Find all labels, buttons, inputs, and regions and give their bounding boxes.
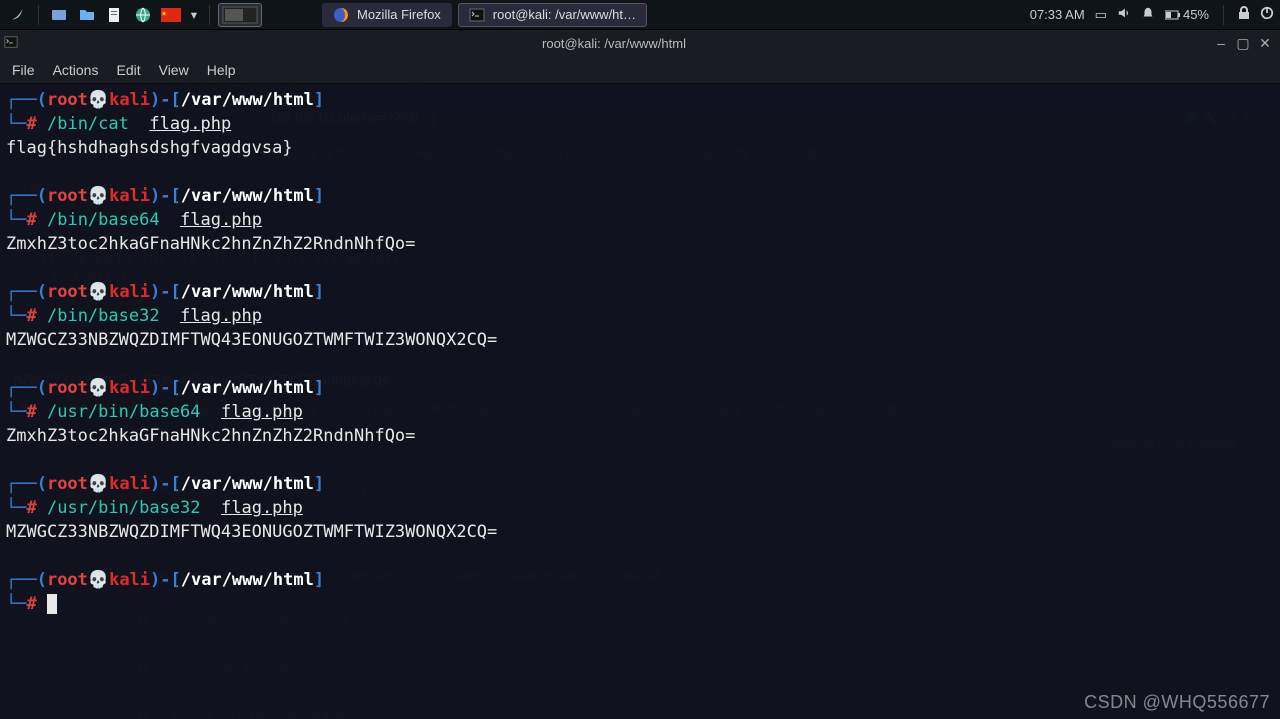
menu-help[interactable]: Help (207, 62, 236, 78)
power-icon[interactable] (1260, 6, 1274, 23)
taskbar-right: 07:33 AM ▭ 45% (1030, 5, 1274, 25)
taskbar-apps: Mozilla Firefox root@kali: /var/www/ht… (322, 3, 647, 27)
close-button[interactable]: ✕ (1258, 36, 1272, 50)
taskbar-app-terminal[interactable]: root@kali: /var/www/ht… (458, 3, 647, 27)
terminal-titlebar[interactable]: root@kali: /var/www/html – ▢ ✕ (0, 30, 1280, 56)
files-icon[interactable] (75, 3, 99, 27)
battery-percent: 45% (1183, 7, 1209, 22)
lock-icon[interactable] (1238, 6, 1250, 23)
menu-actions[interactable]: Actions (53, 62, 99, 78)
show-desktop-icon[interactable] (47, 3, 71, 27)
taskbar-app-firefox[interactable]: Mozilla Firefox (322, 3, 452, 27)
terminal-title: root@kali: /var/www/html (22, 36, 1206, 51)
chevron-down-icon[interactable]: ▾ (187, 3, 201, 27)
minimize-button[interactable]: – (1214, 36, 1228, 50)
cursor (47, 594, 57, 614)
terminal-icon (0, 35, 22, 52)
text-editor-icon[interactable] (103, 3, 127, 27)
taskbar-app-label: root@kali: /var/www/ht… (493, 7, 636, 22)
volume-icon[interactable] (1117, 6, 1131, 23)
xfce-taskbar: ▾ Mozilla Firefox root@kali: /var/www/ht… (0, 0, 1280, 30)
menu-file[interactable]: File (12, 62, 35, 78)
kali-menu-icon[interactable] (6, 3, 30, 27)
terminal-menubar: File Actions Edit View Help (0, 56, 1280, 84)
browser-icon[interactable] (131, 3, 155, 27)
terminal-body[interactable]: ┌──(root💀kali)-[/var/www/html] └─# /bin/… (0, 84, 1280, 719)
display-icon[interactable]: ▭ (1095, 7, 1107, 23)
menu-view[interactable]: View (159, 62, 189, 78)
battery-indicator[interactable]: 45% (1165, 7, 1209, 22)
workspace-switcher[interactable] (218, 3, 262, 27)
taskbar-app-label: Mozilla Firefox (357, 7, 441, 22)
notification-bell-icon[interactable] (1141, 6, 1155, 23)
clock[interactable]: 07:33 AM (1030, 7, 1085, 22)
menu-edit[interactable]: Edit (116, 62, 140, 78)
maximize-button[interactable]: ▢ (1236, 36, 1250, 50)
watermark: CSDN @WHQ556677 (1084, 692, 1270, 713)
flag-cn-icon[interactable] (159, 3, 183, 27)
terminal-window: root@kali: /var/www/html – ▢ ✕ File Acti… (0, 30, 1280, 719)
